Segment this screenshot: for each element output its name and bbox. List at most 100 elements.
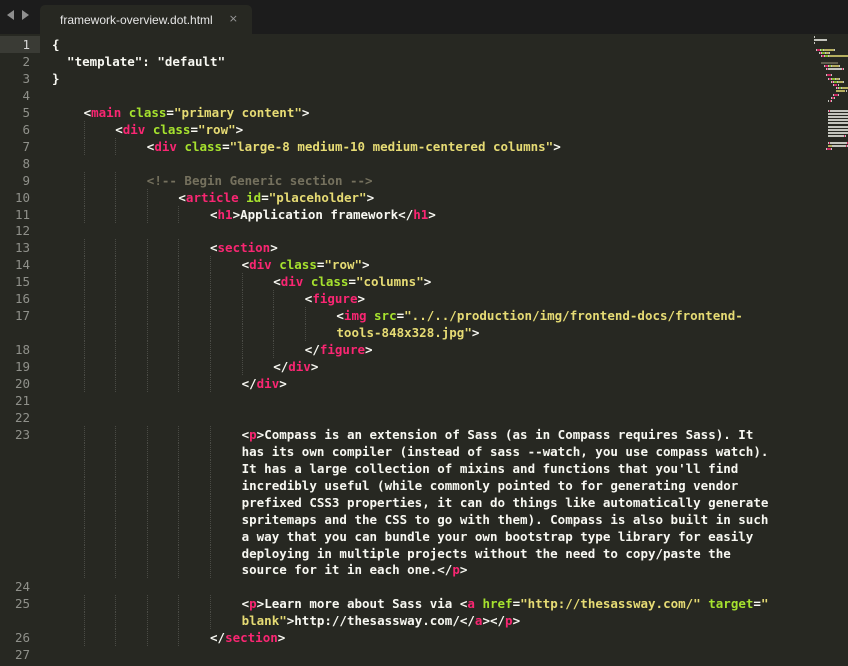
indent-guide <box>115 256 117 274</box>
code-line[interactable]: has its own compiler (instead of sass --… <box>0 442 848 460</box>
code-line[interactable]: tools-848x328.jpg"> <box>0 324 848 342</box>
code-text: Compass is an extension of Sass (as in C… <box>264 426 754 442</box>
code-line[interactable]: 4 <box>0 87 848 104</box>
line-code: tools-848x328.jpg"> <box>336 324 479 341</box>
code-string: " <box>760 596 769 612</box>
line-code: </section> <box>210 629 285 646</box>
code-line[interactable]: 17 <img src="../../production/img/fronten… <box>0 307 848 325</box>
indent-guide <box>115 561 117 579</box>
code-line[interactable]: 20 </div> <box>0 375 848 392</box>
indent-guide <box>210 256 211 274</box>
code-line[interactable]: incredibly useful (while commonly pointe… <box>0 476 848 494</box>
code-tag-name: div <box>280 274 304 290</box>
code-line[interactable]: 3} <box>0 70 848 87</box>
code-line[interactable]: 19 </div> <box>0 358 848 376</box>
code-comment: <!-- Begin Generic section --> <box>146 172 373 188</box>
code-line[interactable]: 10 <article id="placeholder"> <box>0 188 848 206</box>
code-line[interactable]: deploying in multiple projects without t… <box>0 544 848 562</box>
close-icon[interactable]: × <box>229 12 238 25</box>
code-line[interactable]: 12 <box>0 222 848 239</box>
code-editor[interactable]: 1{2 "template": "default" 3} 4 5 <main class… <box>0 34 848 666</box>
code-line[interactable]: 26 </section> <box>0 629 848 647</box>
code-line[interactable]: 22 <box>0 409 848 426</box>
indent-guide <box>178 324 180 342</box>
code-line[interactable]: 13 <section> <box>0 239 848 257</box>
indent-guide <box>115 205 117 223</box>
code-line[interactable]: 6 <div class="row"> <box>0 120 848 138</box>
code-line[interactable]: 27 <box>0 646 848 663</box>
code-line[interactable]: 23 <p>Compass is an extension of Sass (as… <box>0 425 848 443</box>
line-number: 4 <box>22 87 30 103</box>
indent-guide <box>178 442 180 460</box>
code-line[interactable]: 5 <main class="primary content"> <box>0 104 848 121</box>
gutter-cell <box>0 612 40 629</box>
indent-guide <box>146 510 148 528</box>
code-punctuation: > <box>235 121 244 137</box>
indent-guide <box>210 527 211 545</box>
code-line[interactable]: 11 <h1>Application framework</h1> <box>0 205 848 223</box>
code-line[interactable]: a way that you can bundle your own boots… <box>0 527 848 545</box>
tab-navigation <box>7 10 29 20</box>
code-line[interactable]: 8 <box>0 155 848 172</box>
minimap-stroke <box>828 116 848 118</box>
code-line[interactable]: 21 <box>0 392 848 409</box>
code-line[interactable]: 18 </figure> <box>0 341 848 359</box>
code-punctuation: < <box>83 104 92 120</box>
line-number: 22 <box>14 409 30 425</box>
indent-guide <box>210 510 211 528</box>
indent-guide <box>178 459 180 477</box>
line-number: 18 <box>14 342 30 358</box>
line-number: 25 <box>14 596 30 612</box>
code-punctuation: < <box>210 206 218 222</box>
code-punctuation: < <box>273 274 281 290</box>
code-punctuation: </ <box>459 613 475 629</box>
code-line[interactable]: 25 <p>Learn more about Sass via <a href="… <box>0 595 848 613</box>
arrow-right-icon[interactable] <box>22 10 29 20</box>
code-punctuation: < <box>210 240 218 256</box>
line-code: <section> <box>210 239 278 256</box>
code-punctuation <box>145 122 153 137</box>
line-code: <h1>Application framework</h1> <box>210 206 436 223</box>
line-code: </div> <box>273 358 318 375</box>
code-line[interactable]: blank">http://thesassway.com/</a></p> <box>0 612 848 630</box>
code-line[interactable]: source for it in each one.</p> <box>0 561 848 579</box>
code-line[interactable]: 9 <!-- Begin Generic section --> <box>0 171 848 189</box>
code-text: has its own compiler (instead of sass --… <box>241 443 769 459</box>
code-line[interactable]: 24 <box>0 578 848 595</box>
code-punctuation: = <box>512 596 521 612</box>
indent-guide <box>241 290 243 308</box>
code-line[interactable]: 1{ <box>0 36 848 53</box>
minimap-stroke <box>828 52 830 54</box>
indent-guide <box>178 561 180 579</box>
code-line[interactable]: 16 <figure> <box>0 290 848 308</box>
code-punctuation <box>121 105 129 120</box>
indent-guide <box>178 273 180 291</box>
code-line[interactable]: prefixed CSS3 properties, it can do thin… <box>0 493 848 511</box>
minimap-stroke <box>814 39 827 42</box>
code-punctuation: > <box>428 206 436 222</box>
code-line[interactable]: 15 <div class="columns"> <box>0 273 848 291</box>
indent-guide <box>83 425 85 443</box>
line-code: <main class="primary content"> <box>84 104 310 121</box>
indent-guide <box>178 205 180 223</box>
minimap[interactable] <box>810 34 848 174</box>
indent-guide <box>115 425 117 443</box>
code-line[interactable]: 14 <div class="row"> <box>0 256 848 274</box>
indent-guide <box>210 544 211 562</box>
tab-framework-overview[interactable]: framework-overview.dot.html × <box>40 5 252 34</box>
code-line[interactable]: spritemaps and the CSS to go with them).… <box>0 510 848 528</box>
code-line[interactable]: It has a large collection of mixins and … <box>0 459 848 477</box>
line-code: a way that you can bundle your own boots… <box>242 528 754 545</box>
indent-guide <box>115 307 117 325</box>
indent-guide <box>146 307 148 325</box>
code-attribute: class <box>310 274 349 290</box>
line-code: prefixed CSS3 properties, it can do thin… <box>242 494 769 511</box>
indent-guide <box>210 459 211 477</box>
code-punctuation: = <box>261 189 269 205</box>
code-tag-name: figure <box>312 291 358 307</box>
code-line[interactable]: 2 "template": "default" <box>0 53 848 70</box>
arrow-left-icon[interactable] <box>7 10 14 20</box>
code-tag-name: h1 <box>413 206 429 222</box>
code-line[interactable]: 7 <div class="large-8 medium-10 medium-ce… <box>0 137 848 155</box>
indent-guide <box>146 595 148 613</box>
